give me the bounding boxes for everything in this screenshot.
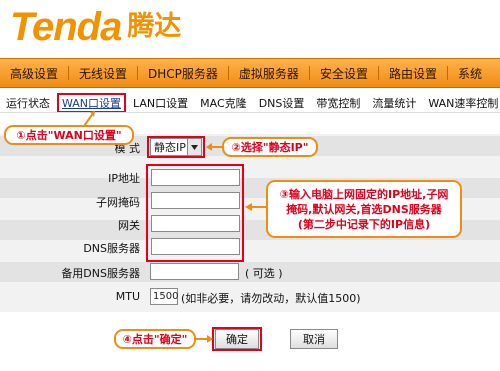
- annotation-arrow-icon: [196, 335, 213, 343]
- gateway-input[interactable]: [151, 215, 240, 232]
- annotation-step3: ③输入电脑上网固定的IP地址,子网 掩码,默认网关,首选DNS服务器 (第二步中…: [266, 180, 462, 238]
- brand-name-cn: 腾达: [127, 11, 182, 42]
- secondary-dns-hint: ( 可选 ): [245, 267, 283, 280]
- sub-nav-wan[interactable]: WAN口设置: [56, 93, 127, 112]
- annotation-arrow-icon: [245, 203, 267, 211]
- brand-logo: Tenda 腾达: [10, 4, 181, 50]
- subnet-mask-label: 子网掩码: [96, 196, 140, 209]
- annotation-step2: ②选择"静态IP": [222, 137, 318, 157]
- main-nav-advanced[interactable]: 高级设置: [0, 65, 68, 82]
- secondary-dns-input[interactable]: [150, 263, 239, 280]
- main-nav-security[interactable]: 安全设置: [310, 65, 378, 82]
- annotation-step4: ④点击"确定": [114, 329, 196, 349]
- main-nav-wireless[interactable]: 无线设置: [69, 65, 137, 82]
- main-nav-routing[interactable]: 路由设置: [379, 65, 447, 82]
- ip-address-input[interactable]: [151, 169, 240, 186]
- brand-name-en: Tenda: [10, 5, 122, 49]
- main-nav: 高级设置 无线设置 DHCP服务器 虚拟服务器 安全设置 路由设置 系统: [0, 58, 500, 88]
- sub-nav-wan-rate[interactable]: WAN速率控制: [422, 95, 500, 111]
- annotation-step1: ①点击"WAN口设置": [4, 125, 134, 145]
- sub-nav-traffic[interactable]: 流量统计: [366, 95, 422, 111]
- sub-nav: 运行状态 WAN口设置 LAN口设置 MAC克隆 DNS设置 带宽控制 流量统计…: [0, 93, 500, 113]
- sub-nav-lan[interactable]: LAN口设置: [127, 95, 194, 111]
- secondary-dns-label: 备用DNS服务器: [61, 267, 140, 280]
- ip-address-label: IP地址: [108, 172, 140, 185]
- annotation-step3-line3: (第二步中记录下的IP信息): [297, 217, 431, 231]
- gateway-label: 网关: [118, 219, 140, 232]
- sub-nav-dns[interactable]: DNS设置: [253, 95, 311, 111]
- connection-mode-select[interactable]: 静态IP: [150, 138, 202, 156]
- mtu-input[interactable]: 1500: [150, 288, 178, 305]
- main-nav-virtual-server[interactable]: 虚拟服务器: [229, 65, 309, 82]
- dns-server-input[interactable]: [151, 238, 240, 255]
- annotation-arrow-icon: [206, 143, 222, 151]
- annotation-step3-line1: ③输入电脑上网固定的IP地址,子网: [279, 187, 449, 201]
- chevron-down-icon[interactable]: [187, 139, 201, 155]
- main-nav-dhcp[interactable]: DHCP服务器: [138, 65, 228, 82]
- sub-nav-status[interactable]: 运行状态: [0, 95, 56, 111]
- sub-nav-mac-clone[interactable]: MAC克隆: [194, 95, 253, 111]
- subnet-mask-input[interactable]: [151, 192, 240, 209]
- cancel-button[interactable]: 取消: [290, 329, 338, 349]
- main-nav-system[interactable]: 系统: [448, 65, 492, 82]
- mtu-label: MTU: [115, 290, 140, 303]
- connection-mode-value: 静态IP: [154, 141, 186, 154]
- sub-nav-bandwidth[interactable]: 带宽控制: [310, 95, 366, 111]
- ok-button[interactable]: 确定: [215, 329, 259, 349]
- mtu-hint: (如非必要，请勿改动，默认值1500): [181, 292, 361, 305]
- annotation-arrow-icon: [83, 111, 95, 127]
- dns-server-label: DNS服务器: [83, 242, 140, 255]
- annotation-step3-line2: 掩码,默认网关,首选DNS服务器: [286, 202, 442, 216]
